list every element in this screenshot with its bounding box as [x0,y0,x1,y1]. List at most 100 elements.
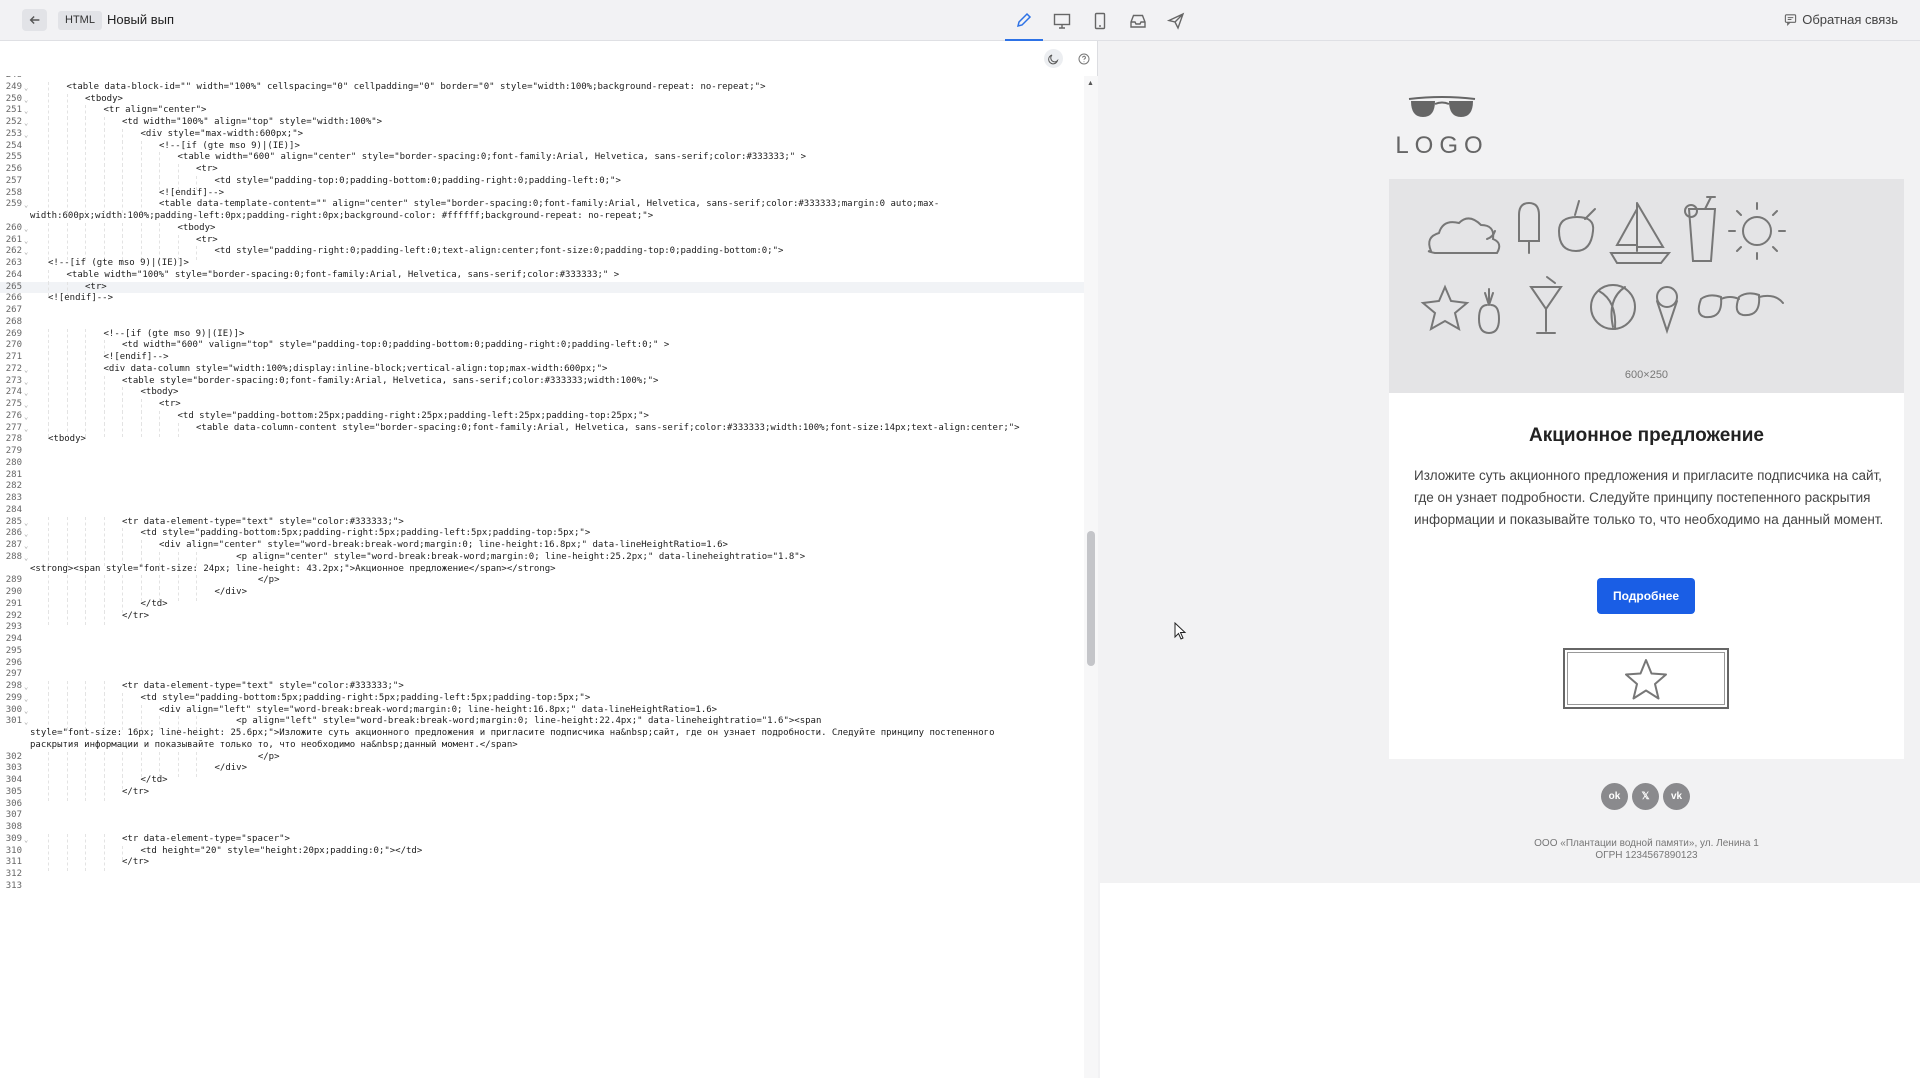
code-line[interactable]: 305 </tr> [0,786,1084,801]
code-line[interactable]: 269 <!--[if (gte mso 9)|(IE)]> [0,328,1084,343]
code-line[interactable]: 276 ⌄ <td style="padding-bottom:25px;paddi… [0,410,1084,425]
code-text: <tr> [159,399,181,409]
code-text: <tbody> [177,222,216,233]
code-line[interactable]: 291 </td> [0,598,1084,613]
code-line[interactable]: 299 ⌄ <td style="padding-bottom:5px;paddin… [0,692,1084,707]
vk-icon[interactable]: vk [1663,783,1690,810]
code-line[interactable]: 308 [0,822,1084,834]
code-text: <p align="center" style="word-break:brea… [214,551,806,562]
code-line[interactable]: 270 <td width="600" valign="top" style="p… [0,340,1084,355]
code-line[interactable]: 293 [0,622,1084,634]
send-button[interactable] [1157,0,1195,41]
code-text: <tr align="center"> [103,105,207,116]
code-line[interactable]: 271 <![endif]--> [0,352,1084,366]
code-line[interactable]: раскрытия информации и показывайте тольк… [0,740,1084,752]
code-line[interactable]: 259 ⌄ <table data-template-content="" alig… [0,199,1084,214]
edit-mode-button[interactable] [1005,0,1043,41]
odnoklassniki-icon[interactable]: ok [1601,783,1628,810]
scroll-thumb[interactable] [1087,531,1095,666]
code-line[interactable]: 302 </p> [0,751,1084,766]
editor-scrollbar[interactable]: ▲ [1084,76,1098,1078]
hero-image[interactable]: 600×250 [1389,179,1904,393]
code-line[interactable]: 313 [0,881,1084,893]
code-line[interactable]: 282 [0,481,1084,493]
code-line[interactable]: 296 [0,658,1084,670]
code-line[interactable]: 277 ⌄ <table data-column-content style="bo… [0,422,1084,437]
code-line[interactable]: 261 ⌄ <tr> [0,234,1084,249]
document-title[interactable]: Новый вып [107,12,174,27]
code-text: <tr data-element-type="text" style="colo… [122,516,404,527]
code-line[interactable]: 275 ⌄ <tr> [0,399,1084,413]
code-line[interactable]: 292 </tr> [0,610,1084,625]
code-line[interactable]: 283 [0,493,1084,505]
code-text: <tr> [196,164,218,174]
line-number: 274 [5,387,22,398]
desktop-preview-button[interactable] [1043,0,1081,41]
code-line[interactable]: 258 <![endif]--> [0,187,1084,202]
code-line[interactable]: 250 ⌄ <tbody> [0,93,1084,108]
code-line[interactable]: style="font-size: 16px; line-height: 25.… [0,728,1084,740]
code-line[interactable]: width:600px;width:100%;padding-left:0px;… [0,211,1084,223]
code-line[interactable]: 300 ⌄ <div align="left" style="word-break:… [0,704,1084,719]
mobile-preview-button[interactable] [1081,0,1119,41]
inbox-preview-button[interactable] [1119,0,1157,41]
code-line[interactable]: 310 <td height="20" style="height:20px;pa… [0,845,1084,860]
code-line[interactable]: 265 <tr> [0,281,1084,296]
code-text: <!--[if (gte mso 9)|(IE)]> [159,140,300,151]
line-number: 252 [5,117,22,127]
code-line[interactable]: 268 [0,317,1084,329]
help-button[interactable] [1074,49,1093,68]
code-line[interactable]: 260 ⌄ <tbody> [0,222,1084,237]
code-line[interactable]: 262 ⌄ <td style="padding-right:0;padding-l… [0,246,1084,261]
code-line[interactable]: 306 [0,799,1084,811]
code-line[interactable]: 290 </div> [0,587,1084,601]
code-line[interactable]: 309 ⌄ <tr data-element-type="spacer"> [0,833,1084,848]
code-line[interactable]: 286 ⌄ <td style="padding-bottom:5px;paddin… [0,528,1084,543]
code-line[interactable]: 303 </div> [0,763,1084,778]
code-line[interactable]: 264 <table width="100%" style="border-spa… [0,269,1084,284]
code-line[interactable]: 297 [0,669,1084,681]
image-placeholder[interactable] [1563,648,1729,709]
code-line[interactable]: 280 [0,458,1084,470]
details-button[interactable]: Подробнее [1597,578,1695,614]
code-line[interactable]: 255 <table width="600" align="center" sty… [0,152,1084,167]
code-text: </div> [214,763,248,774]
code-line[interactable]: 274 ⌄ <tbody> [0,387,1084,402]
scroll-up-arrow[interactable]: ▲ [1087,80,1094,87]
code-line[interactable]: 263 <!--[if (gte mso 9)|(IE)]> [0,258,1084,270]
code-line[interactable]: 289 </p> [0,575,1084,590]
back-button[interactable] [22,9,47,31]
dark-mode-toggle[interactable] [1044,49,1063,68]
code-line[interactable]: 301 ⌄ <p align="left" style="word-break:b… [0,716,1084,731]
code-line[interactable]: 266 <![endif]--> [0,293,1084,305]
code-line[interactable]: 257 <td style="padding-top:0;padding-bott… [0,175,1084,190]
code-line[interactable]: 251 ⌄ <tr align="center"> [0,105,1084,120]
code-line[interactable]: 256 <tr> [0,164,1084,178]
code-line[interactable]: 295 [0,646,1084,658]
code-line[interactable]: 307 [0,810,1084,822]
code-line[interactable]: 249 ⌄ <table data-block-id="" width="100%"… [0,81,1084,96]
code-line[interactable]: 312 [0,869,1084,881]
code-text: <strong><span style="font-size: 24px; li… [30,563,556,574]
code-line[interactable]: <strong><span style="font-size: 24px; li… [0,564,1084,576]
x-icon[interactable]: 𝕏 [1632,783,1659,810]
code-line[interactable]: 267 [0,305,1084,317]
code-line[interactable]: 287 ⌄ <div align="center" style="word-brea… [0,540,1084,554]
code-line[interactable]: 281 [0,470,1084,482]
code-line[interactable]: 253 ⌄ <div style="max-width:600px;"> [0,128,1084,143]
code-line[interactable]: 252 ⌄ <td width="100%" align="top" style="… [0,117,1084,131]
feedback-link[interactable]: Обратная связь [1784,12,1898,27]
code-line[interactable]: 294 [0,634,1084,646]
code-line[interactable]: 278 <tbody> [0,434,1084,446]
code-line[interactable]: 311 </tr> [0,857,1084,872]
code-area[interactable]: 248249⌄<table data-block-id="" width="10… [0,76,1084,1078]
code-line[interactable]: 304 </td> [0,775,1084,789]
code-line[interactable]: 285 ⌄ <tr data-element-type="text" style="… [0,516,1084,531]
code-line[interactable]: 284 [0,505,1084,517]
code-line[interactable]: 273 ⌄ <table style="border-spacing:0;font-… [0,375,1084,390]
code-line[interactable]: 272 ⌄ <div data-column style="width:100%;d… [0,363,1084,378]
code-line[interactable]: 298 ⌄ <tr data-element-type="text" style="… [0,681,1084,695]
code-line[interactable]: 279 [0,446,1084,458]
code-line[interactable]: 254 <!--[if (gte mso 9)|(IE)]> [0,140,1084,155]
code-line[interactable]: 288 ⌄ <p align="center" style="word-break… [0,551,1084,566]
